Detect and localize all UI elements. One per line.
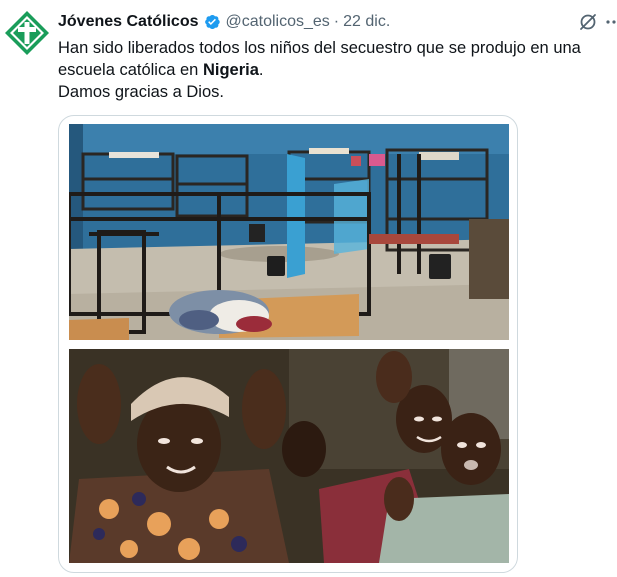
- tweet-text: Han sido liberados todos los niños del s…: [58, 37, 606, 103]
- cross-logo-icon: [5, 11, 49, 55]
- tweet-text-prefix: escuela católica en: [58, 61, 203, 79]
- grok-icon[interactable]: [578, 12, 598, 32]
- tweet-media[interactable]: [58, 115, 518, 573]
- tweet-text-bold: Nigeria: [202, 61, 259, 79]
- tweet-header: Jóvenes Católicos @catolicos_es · 22 dic…: [58, 10, 390, 34]
- freed-children-photo[interactable]: [69, 349, 509, 563]
- tweet-date[interactable]: 22 dic.: [343, 13, 390, 31]
- tweet-text-line-1: Han sido liberados todos los niños del s…: [58, 39, 581, 57]
- author-handle[interactable]: @catolicos_es: [226, 13, 330, 31]
- dormitory-photo[interactable]: [69, 124, 509, 340]
- verified-badge-icon[interactable]: [203, 13, 221, 31]
- more-options-icon[interactable]: [605, 12, 617, 32]
- author-display-name[interactable]: Jóvenes Católicos: [58, 13, 199, 31]
- tweet-text-line-3: Damos gracias a Dios.: [58, 83, 224, 101]
- tweet-card[interactable]: Jóvenes Católicos @catolicos_es · 22 dic…: [0, 0, 617, 577]
- tweet-text-line-2: escuela católica en Nigeria.: [58, 59, 606, 81]
- separator-dot: ·: [333, 13, 340, 30]
- author-avatar[interactable]: [4, 10, 50, 56]
- tweet-text-suffix: .: [258, 61, 264, 79]
